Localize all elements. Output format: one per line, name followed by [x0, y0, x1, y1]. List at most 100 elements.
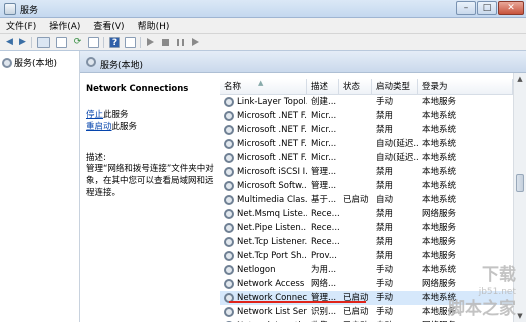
scroll-up-icon[interactable]: ▲	[515, 74, 525, 84]
cell-logon: 本地系统	[422, 125, 457, 135]
column-header-status[interactable]: 状态	[339, 79, 372, 95]
close-button[interactable]: ✕	[498, 1, 524, 15]
selected-service-name: Network Connections	[86, 84, 189, 94]
stop-icon[interactable]	[162, 39, 169, 46]
minimize-button[interactable]: –	[456, 1, 476, 15]
table-row[interactable]: Microsoft .NET F... Micr... 禁用 本地系统	[220, 109, 513, 123]
watermark-line2: 脚本之家	[448, 299, 516, 319]
window-title: 服务	[20, 6, 39, 16]
service-gear-icon	[224, 279, 234, 289]
cell-name: Net.Msmq Liste...	[237, 209, 307, 219]
maximize-button[interactable]: □	[477, 1, 497, 15]
cell-name: Multimedia Clas...	[237, 195, 307, 205]
description-label: 描述:	[86, 153, 106, 163]
table-row[interactable]: Link-Layer Topol... 创建... 手动 本地服务	[220, 95, 513, 109]
cell-name: Microsoft iSCSI I...	[237, 167, 307, 177]
service-gear-icon	[224, 111, 234, 121]
toolbar: ◀ ▶ ⟳ ?	[0, 34, 526, 51]
service-details-pane: Network Connections 停止此服务 重启动此服务 描述: 管理“…	[80, 73, 220, 322]
back-icon[interactable]: ◀	[4, 37, 15, 48]
stop-service-link[interactable]: 停止	[86, 110, 103, 120]
cell-startup: 自动	[376, 195, 394, 205]
cell-startup: 手动	[376, 265, 394, 275]
menu-view[interactable]: 查看(V)	[93, 19, 124, 32]
cell-name: Network Access ...	[237, 279, 307, 289]
start-icon[interactable]	[147, 38, 154, 46]
cell-status: 已启动	[343, 307, 369, 317]
cell-desc: Micr...	[311, 125, 337, 135]
table-row[interactable]: Net.Tcp Port Sh... Prov... 禁用 本地服务	[220, 249, 513, 263]
service-gear-icon	[224, 223, 234, 233]
cell-startup: 禁用	[376, 125, 394, 135]
table-row[interactable]: Net.Msmq Liste... Rece... 禁用 网络服务	[220, 207, 513, 221]
menu-file[interactable]: 文件(F)	[6, 19, 36, 32]
service-gear-icon	[224, 237, 234, 247]
cell-logon: 本地系统	[422, 111, 457, 121]
cell-name: Microsoft .NET F...	[237, 139, 307, 149]
cell-desc: Micr...	[311, 153, 337, 163]
view-icon[interactable]	[125, 37, 136, 48]
header-title: 服务(本地)	[100, 61, 144, 71]
cell-name: Net.Pipe Listen...	[237, 223, 307, 233]
cell-name: Microsoft .NET F...	[237, 125, 307, 135]
restart-service-link[interactable]: 重启动	[86, 122, 112, 132]
service-gear-icon	[224, 153, 234, 163]
window-controls: – □ ✕	[455, 1, 524, 15]
table-row[interactable]: Microsoft .NET F... Micr... 禁用 本地系统	[220, 123, 513, 137]
cell-logon: 本地系统	[422, 195, 457, 205]
cell-name: Network List Ser...	[237, 307, 307, 317]
scroll-thumb[interactable]	[516, 174, 524, 192]
table-row[interactable]: Microsoft .NET F... Micr... 自动(延迟... 本地系统	[220, 151, 513, 165]
column-header-startup-type[interactable]: 启动类型	[372, 79, 418, 95]
services-app-icon	[4, 3, 16, 15]
cell-logon: 本地服务	[422, 251, 457, 261]
cell-name: Microsoft .NET F...	[237, 153, 307, 163]
cell-status: 已启动	[343, 195, 369, 205]
stop-service-row: 停止此服务	[86, 108, 129, 120]
console-tree-icon[interactable]	[37, 37, 50, 48]
console-tree: 服务(本地)	[0, 51, 80, 322]
column-header-log-on-as[interactable]: 登录为	[418, 79, 513, 95]
cell-desc: 管理...	[311, 167, 337, 177]
cell-desc: Rece...	[311, 237, 339, 247]
pause-icon[interactable]	[177, 39, 184, 46]
table-row[interactable]: Net.Pipe Listen... Rece... 禁用 本地服务	[220, 221, 513, 235]
export-icon[interactable]	[88, 37, 99, 48]
column-header-name[interactable]: 名称	[220, 79, 307, 95]
cell-name: Net.Tcp Listener...	[237, 237, 307, 247]
cell-desc: 管理...	[311, 181, 337, 191]
help-icon[interactable]: ?	[109, 37, 120, 48]
cell-desc: 网络...	[311, 279, 337, 289]
properties-icon[interactable]	[56, 37, 67, 48]
menu-help[interactable]: 帮助(H)	[138, 19, 170, 32]
refresh-icon[interactable]: ⟳	[72, 37, 83, 48]
cell-startup: 手动	[376, 307, 394, 317]
toolbar-separator	[31, 37, 32, 48]
forward-icon[interactable]: ▶	[17, 37, 28, 48]
watermark-line1: 下载	[482, 265, 516, 285]
watermark: 下载 jb51.net 脚本之家	[448, 267, 516, 318]
cell-startup: 禁用	[376, 209, 394, 219]
table-row[interactable]: Multimedia Clas... 基于... 已启动 自动 本地系统	[220, 193, 513, 207]
column-header-description[interactable]: 描述	[307, 79, 339, 95]
stop-service-suffix: 此服务	[103, 110, 129, 120]
restart-icon[interactable]	[192, 38, 199, 46]
cell-name: Microsoft .NET F...	[237, 111, 307, 121]
cell-desc: 为用...	[311, 265, 337, 275]
scroll-down-icon[interactable]: ▼	[515, 311, 525, 321]
cell-desc: 创建...	[311, 97, 337, 107]
tree-item-services-local[interactable]: 服务(本地)	[2, 56, 57, 69]
cell-startup: 手动	[376, 293, 394, 303]
menu-action[interactable]: 操作(A)	[49, 19, 80, 32]
table-row[interactable]: Microsoft iSCSI I... 管理... 禁用 本地系统	[220, 165, 513, 179]
table-row[interactable]: Microsoft Softw... 管理... 禁用 本地系统	[220, 179, 513, 193]
cell-logon: 本地服务	[422, 97, 457, 107]
title-bar: 服务 – □ ✕	[0, 0, 526, 18]
gear-icon	[86, 57, 96, 67]
service-gear-icon	[224, 251, 234, 261]
sort-arrow-icon: ▲	[258, 79, 264, 87]
table-row[interactable]: Microsoft .NET F... Micr... 自动(延迟... 本地系统	[220, 137, 513, 151]
cell-logon: 本地服务	[422, 223, 457, 233]
table-row[interactable]: Net.Tcp Listener... Rece... 禁用 本地服务	[220, 235, 513, 249]
toolbar-separator	[140, 37, 141, 48]
